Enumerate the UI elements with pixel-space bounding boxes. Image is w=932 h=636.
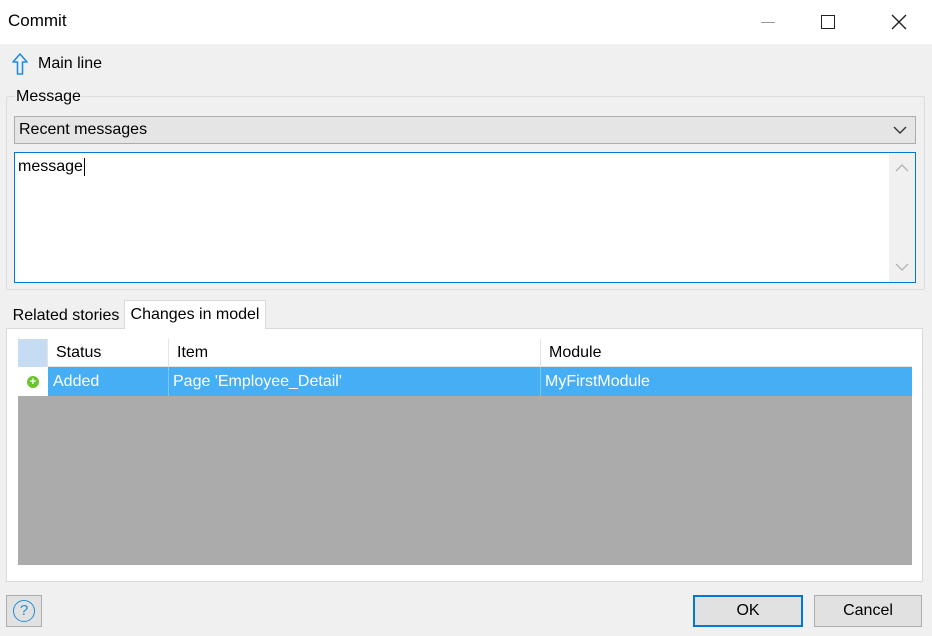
tab-changes-in-model[interactable]: Changes in model	[124, 300, 266, 329]
table-corner-cell[interactable]	[18, 339, 48, 367]
help-button[interactable]: ?	[6, 595, 42, 627]
message-text: message	[18, 158, 85, 176]
column-header-module[interactable]: Module	[541, 339, 912, 367]
message-group-label: Message	[15, 88, 82, 106]
recent-messages-dropdown[interactable]: Recent messages	[14, 116, 916, 144]
maximize-button[interactable]	[805, 0, 851, 44]
message-scrollbar[interactable]	[889, 153, 915, 282]
column-header-item[interactable]: Item	[169, 339, 541, 367]
close-icon	[891, 14, 907, 30]
window-title: Commit	[8, 11, 67, 30]
recent-messages-label: Recent messages	[19, 121, 148, 138]
title-bar: Commit	[0, 0, 932, 44]
close-button[interactable]	[876, 0, 922, 44]
changes-table: Status Item Module + Added Page 'Employe…	[18, 339, 912, 565]
added-plus-icon: +	[27, 375, 39, 388]
ok-button[interactable]: OK	[693, 595, 803, 627]
maximize-icon	[821, 15, 835, 29]
branch-indicator: Main line	[10, 52, 102, 76]
column-header-status[interactable]: Status	[48, 339, 169, 367]
minimize-icon	[761, 21, 775, 23]
chevron-down-icon	[893, 126, 907, 134]
message-textarea[interactable]: message	[14, 152, 916, 283]
tab-related-stories[interactable]: Related stories	[8, 303, 124, 329]
table-header: Status Item Module	[18, 339, 912, 367]
cell-item: Page 'Employee_Detail'	[169, 367, 541, 396]
scroll-down-icon[interactable]	[895, 260, 909, 274]
minimize-button[interactable]	[745, 0, 791, 44]
table-row[interactable]: + Added Page 'Employee_Detail' MyFirstMo…	[18, 367, 912, 396]
scroll-up-icon[interactable]	[895, 161, 909, 175]
row-icon-cell: +	[18, 367, 48, 396]
branch-label: Main line	[38, 55, 103, 72]
cell-module: MyFirstModule	[545, 372, 650, 390]
cell-status: Added	[48, 367, 169, 396]
up-arrow-icon	[12, 53, 28, 75]
cancel-button[interactable]: Cancel	[814, 595, 922, 627]
help-icon: ?	[13, 600, 35, 622]
